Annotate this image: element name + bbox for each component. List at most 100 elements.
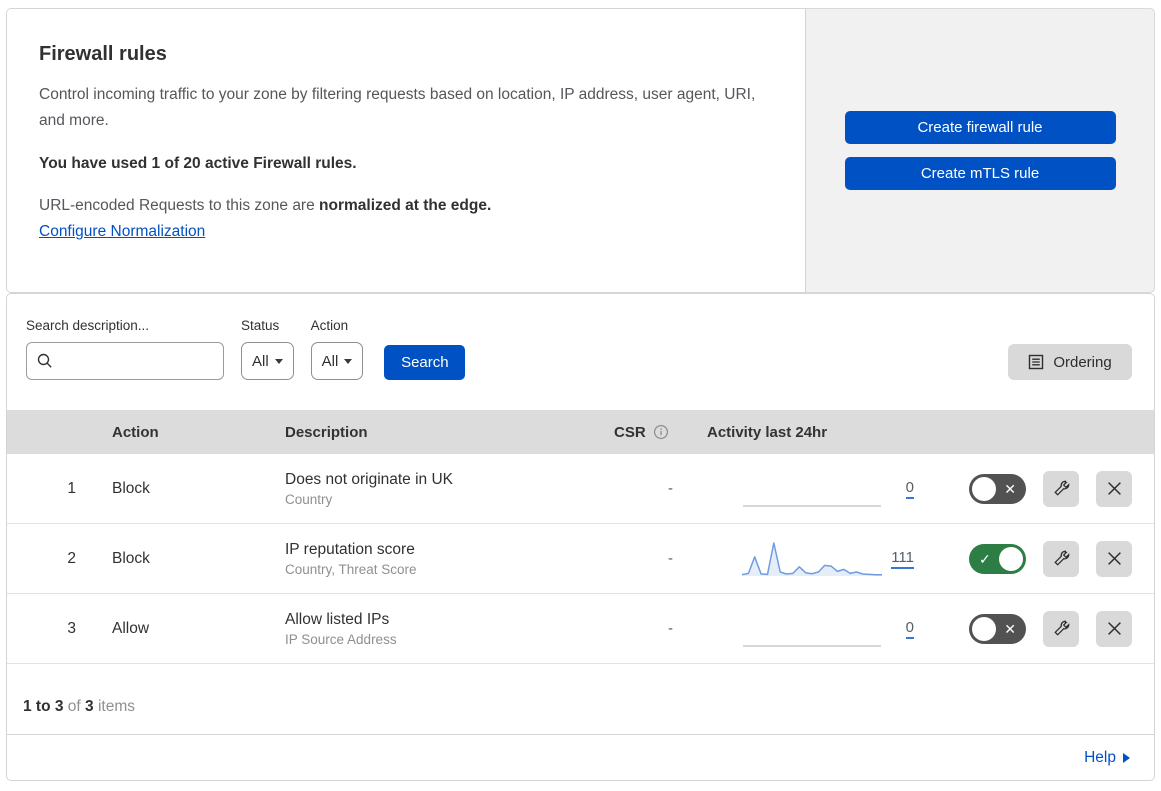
wrench-icon	[1053, 480, 1069, 496]
chevron-down-icon	[344, 358, 353, 364]
activity-sparkline	[743, 644, 881, 647]
search-icon	[37, 353, 52, 368]
edit-rule-button[interactable]	[1043, 540, 1079, 577]
rule-description: Does not originate in UK	[285, 470, 454, 488]
create-firewall-rule-button[interactable]: Create firewall rule	[844, 111, 1116, 144]
normalization-bold: normalized at the edge.	[319, 197, 492, 215]
rule-csr-value: -	[668, 550, 673, 567]
rules-list-card: Search description... Status All Action	[6, 293, 1155, 781]
filter-bar: Search description... Status All Action	[7, 294, 1154, 410]
search-box	[26, 342, 224, 380]
action-dropdown[interactable]: All	[310, 342, 364, 380]
triangle-right-icon	[1123, 753, 1130, 763]
rule-description-cell: IP reputation score Country, Threat Scor…	[280, 541, 602, 577]
help-link[interactable]: Help	[1084, 749, 1130, 767]
search-button[interactable]: Search	[384, 345, 466, 380]
close-icon	[1107, 552, 1121, 565]
header-csr: CSR	[602, 424, 687, 441]
info-icon[interactable]	[653, 424, 669, 440]
intro-card: Firewall rules Control incoming traffic …	[6, 8, 806, 293]
help-link-label: Help	[1084, 748, 1116, 766]
rule-expression: Country, Threat Score	[285, 561, 417, 577]
create-mtls-rule-button[interactable]: Create mTLS rule	[844, 157, 1116, 190]
rule-controls: ✓ ✕	[922, 610, 1154, 647]
status-filter-group: Status All	[241, 318, 294, 380]
delete-rule-button[interactable]	[1096, 470, 1132, 507]
ordering-icon	[1029, 354, 1044, 370]
rule-activity-cell: 111	[687, 538, 922, 580]
page-description: Control incoming traffic to your zone by…	[39, 86, 756, 129]
normalization-note: URL-encoded Requests to this zone are no…	[39, 197, 765, 215]
rule-row-1: 1 Block Does not originate in UK Country…	[7, 454, 1154, 524]
rule-priority: 2	[67, 549, 76, 567]
rule-expression: Country	[285, 491, 333, 507]
rule-description-cell: Allow listed IPs IP Source Address	[280, 611, 602, 647]
table-header: Action Description CSR Activity last 24h…	[7, 410, 1154, 454]
intro-section: Firewall rules Control incoming traffic …	[6, 8, 1155, 293]
rule-row-3: 3 Allow Allow listed IPs IP Source Addre…	[7, 594, 1154, 664]
header-description: Description	[285, 423, 368, 441]
configure-normalization-link[interactable]: Configure Normalization	[39, 223, 205, 240]
x-icon: ✕	[1004, 480, 1016, 497]
rule-row-2: 2 Block IP reputation score Country, Thr…	[7, 524, 1154, 594]
activity-sparkline	[743, 504, 881, 507]
pagination-items: items	[97, 698, 136, 715]
usage-summary: You have used 1 of 20 active Firewall ru…	[39, 155, 357, 173]
search-label: Search description...	[26, 318, 150, 333]
rule-enabled-toggle[interactable]: ✓ ✕	[969, 613, 1026, 644]
help-bar: Help	[7, 734, 1154, 780]
rule-priority: 3	[67, 619, 76, 637]
normalization-text: URL-encoded Requests to this zone are	[39, 197, 320, 215]
edit-rule-button[interactable]	[1043, 470, 1079, 507]
rule-description: Allow listed IPs	[285, 610, 390, 628]
action-label: Action	[310, 318, 349, 333]
toggle-thumb	[972, 616, 996, 641]
delete-rule-button[interactable]	[1096, 610, 1132, 647]
pagination-total: 3	[85, 698, 94, 715]
chevron-down-icon	[274, 358, 283, 364]
rule-controls: ✓ ✕	[922, 540, 1154, 577]
status-dropdown[interactable]: All	[241, 342, 294, 380]
rule-activity-cell: 0	[687, 468, 922, 510]
toggle-thumb	[972, 476, 996, 501]
rule-enabled-toggle[interactable]: ✓ ✕	[969, 473, 1026, 504]
rule-action: Block	[112, 549, 150, 567]
check-icon: ✓	[979, 550, 991, 567]
activity-count-link[interactable]: 0	[905, 479, 914, 499]
rule-description-cell: Does not originate in UK Country	[280, 471, 602, 507]
cta-panel: Create firewall rule Create mTLS rule	[806, 8, 1155, 293]
edit-rule-button[interactable]	[1043, 610, 1079, 647]
rule-csr-value: -	[668, 620, 673, 637]
search-input[interactable]	[26, 342, 224, 380]
rule-description: IP reputation score	[285, 540, 415, 558]
header-action: Action	[112, 423, 159, 441]
rule-action: Block	[112, 479, 150, 497]
ordering-button-label: Ordering	[1053, 353, 1112, 371]
header-csr-label: CSR	[614, 423, 646, 441]
rule-controls: ✓ ✕	[922, 470, 1154, 507]
ordering-button[interactable]: Ordering	[1008, 344, 1132, 380]
close-icon	[1107, 482, 1121, 495]
rule-enabled-toggle[interactable]: ✓ ✕	[969, 543, 1026, 574]
status-label: Status	[241, 318, 280, 333]
delete-rule-button[interactable]	[1096, 540, 1132, 577]
rule-csr-value: -	[668, 480, 673, 497]
wrench-icon	[1053, 550, 1069, 566]
status-dropdown-value: All	[252, 352, 269, 370]
wrench-icon	[1053, 620, 1069, 636]
rule-expression: IP Source Address	[285, 631, 397, 647]
pagination-of: of	[67, 698, 81, 715]
rule-activity-cell: 0	[687, 608, 922, 650]
pagination-range: 1 to 3	[23, 698, 64, 715]
activity-sparkline	[742, 541, 882, 576]
toggle-thumb	[999, 546, 1023, 571]
rule-priority: 1	[67, 479, 76, 497]
activity-count-link[interactable]: 111	[891, 549, 914, 569]
activity-count-link[interactable]: 0	[905, 619, 914, 639]
x-icon: ✕	[1004, 620, 1016, 637]
close-icon	[1107, 622, 1121, 635]
action-filter-group: Action All	[310, 318, 364, 380]
page-title: Firewall rules	[39, 43, 167, 65]
rule-action: Allow	[112, 619, 150, 637]
action-dropdown-value: All	[321, 352, 339, 370]
